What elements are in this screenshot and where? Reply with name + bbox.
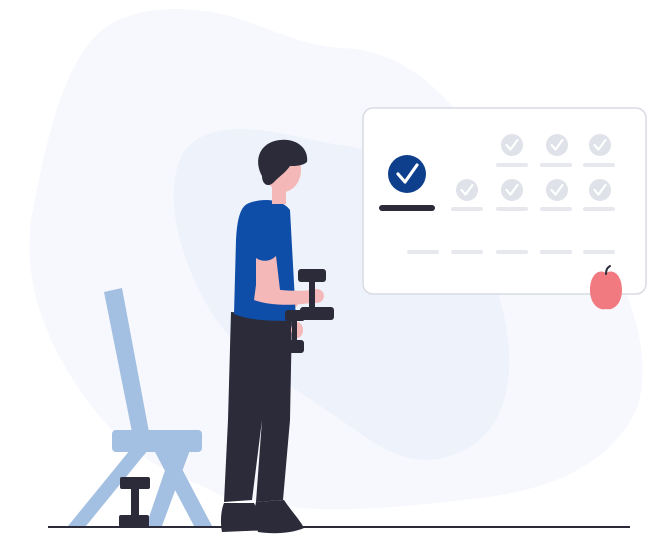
goal-check-icon: [589, 179, 611, 201]
goal-line: [451, 250, 483, 254]
goal-check-icon: [501, 134, 523, 156]
goal-line: [496, 207, 528, 211]
goal-line: [540, 207, 572, 211]
goal-line: [583, 163, 615, 167]
goal-check-icon: [546, 134, 568, 156]
goal-check-icon: [501, 179, 523, 201]
goal-line: [583, 207, 615, 211]
goal-line: [540, 163, 572, 167]
fitness-illustration: [0, 0, 648, 538]
primary-check-icon: [388, 155, 426, 193]
goal-line: [407, 250, 439, 254]
goal-check-icon: [589, 134, 611, 156]
goal-line: [496, 250, 528, 254]
goal-line: [496, 163, 528, 167]
goal-line: [540, 250, 572, 254]
goal-check-icon: [546, 179, 568, 201]
goal-line: [451, 207, 483, 211]
goal-check-icon: [456, 179, 478, 201]
goal-line: [583, 250, 615, 254]
floor-dumbbell-icon: [119, 477, 150, 527]
primary-underline: [379, 205, 435, 211]
